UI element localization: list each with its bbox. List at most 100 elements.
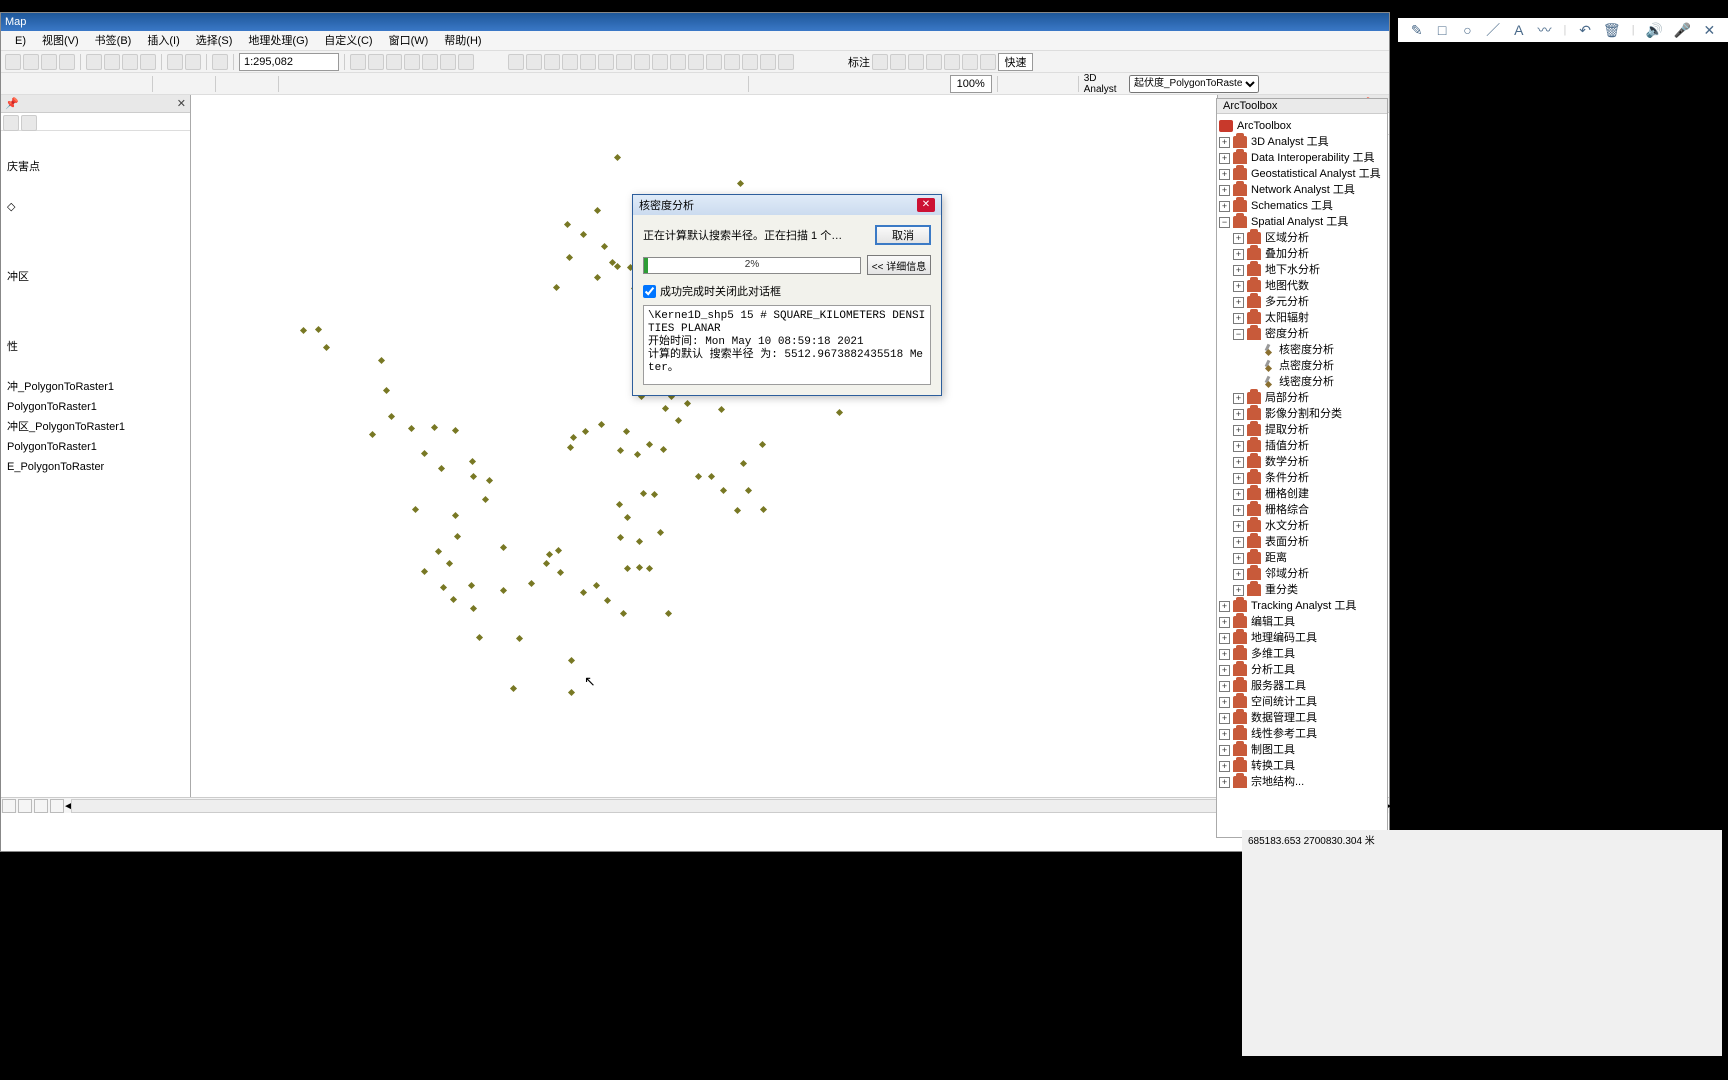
add-data-icon[interactable] — [212, 54, 228, 70]
map-point[interactable] — [624, 565, 631, 572]
map-point[interactable] — [614, 154, 621, 161]
map-point[interactable] — [660, 446, 667, 453]
map-point[interactable] — [594, 207, 601, 214]
toolbox-item[interactable]: +宗地结构... — [1217, 774, 1387, 790]
menu-bookmarks[interactable]: 书签(B) — [87, 31, 140, 50]
3d3-icon[interactable] — [1297, 76, 1313, 92]
toolbox-item[interactable]: +Data Interoperability 工具 — [1217, 150, 1387, 166]
toc-item[interactable]: 庆害点 — [1, 157, 190, 177]
toc-item[interactable]: PolygonToRaster1 — [1, 437, 190, 457]
fwd-icon[interactable] — [482, 76, 498, 92]
map-point[interactable] — [651, 491, 658, 498]
toolbox-item[interactable]: +区域分析 — [1217, 230, 1387, 246]
label6-icon[interactable] — [962, 54, 978, 70]
line2-icon[interactable]: ／ — [1486, 22, 1500, 38]
map-point[interactable] — [564, 221, 571, 228]
speaker-icon[interactable]: 🔊 — [1647, 22, 1663, 38]
3d2-icon[interactable] — [1279, 76, 1295, 92]
label4-icon[interactable] — [926, 54, 942, 70]
map-point[interactable] — [604, 597, 611, 604]
toc-source-icon[interactable] — [21, 115, 37, 131]
zoom-in-icon[interactable] — [5, 76, 21, 92]
map-point[interactable] — [580, 231, 587, 238]
map-point[interactable] — [500, 587, 507, 594]
3d7-icon[interactable] — [1369, 76, 1385, 92]
toolbox-item[interactable]: +分析工具 — [1217, 662, 1387, 678]
reshape-icon[interactable] — [760, 54, 776, 70]
toolbox-item[interactable]: +栅格创建 — [1217, 486, 1387, 502]
3d-icon[interactable] — [1261, 76, 1277, 92]
menu-selection[interactable]: 选择(S) — [188, 31, 241, 50]
identify-icon[interactable] — [194, 76, 210, 92]
solve-icon[interactable] — [698, 76, 714, 92]
grid-icon[interactable] — [1039, 76, 1055, 92]
ga7-icon[interactable] — [862, 76, 878, 92]
toolbox-item[interactable]: +编辑工具 — [1217, 614, 1387, 630]
map-point[interactable] — [568, 657, 575, 664]
map-scale-input[interactable] — [239, 53, 339, 71]
map-point[interactable] — [740, 460, 747, 467]
html-icon[interactable] — [320, 76, 336, 92]
rect-icon[interactable] — [688, 54, 704, 70]
toc-item[interactable]: 冲区 — [1, 267, 190, 287]
menu-window[interactable]: 窗口(W) — [381, 31, 437, 50]
map-point[interactable] — [388, 413, 395, 420]
map-point[interactable] — [580, 589, 587, 596]
data-view-icon[interactable] — [2, 799, 16, 813]
globe-icon[interactable] — [392, 76, 408, 92]
map-point[interactable] — [528, 580, 535, 587]
map-point[interactable] — [759, 441, 766, 448]
toolbox-item[interactable]: +距离 — [1217, 550, 1387, 566]
label5-icon[interactable] — [944, 54, 960, 70]
map-point[interactable] — [555, 547, 562, 554]
map-point[interactable] — [718, 406, 725, 413]
vertex-icon[interactable] — [634, 54, 650, 70]
toolbox-item[interactable]: +条件分析 — [1217, 470, 1387, 486]
toolbox-item[interactable]: +邻域分析 — [1217, 566, 1387, 582]
map-point[interactable] — [378, 357, 385, 364]
map-point[interactable] — [452, 427, 459, 434]
map-point[interactable] — [452, 512, 459, 519]
barrier-icon[interactable] — [680, 76, 696, 92]
map-point[interactable] — [601, 243, 608, 250]
map-point[interactable] — [500, 544, 507, 551]
autocomplete-icon[interactable] — [742, 54, 758, 70]
toolbox-item[interactable]: +影像分割和分类 — [1217, 406, 1387, 422]
wave-icon[interactable]: 〰 — [1538, 22, 1552, 38]
map-point[interactable] — [617, 447, 624, 454]
ga4-icon[interactable] — [808, 76, 824, 92]
rotate-icon[interactable] — [598, 54, 614, 70]
toc-item[interactable]: E_PolygonToRaster — [1, 457, 190, 477]
new-icon[interactable] — [5, 54, 21, 70]
map-point[interactable] — [636, 564, 643, 571]
flag-icon[interactable] — [662, 76, 678, 92]
undo-icon[interactable] — [167, 54, 183, 70]
menu-help[interactable]: 帮助(H) — [436, 31, 489, 50]
ga8-icon[interactable] — [880, 76, 896, 92]
cancel-button[interactable]: 取消 — [875, 225, 931, 245]
delete2-icon[interactable]: 🗑 — [1604, 22, 1620, 38]
layout-view-icon[interactable] — [18, 799, 32, 813]
toolbox-item[interactable]: +Tracking Analyst 工具 — [1217, 598, 1387, 614]
map-point[interactable] — [695, 473, 702, 480]
map-point[interactable] — [486, 477, 493, 484]
toolbox-item[interactable]: +地下水分析 — [1217, 262, 1387, 278]
toolbox-item[interactable]: +水文分析 — [1217, 518, 1387, 534]
map-point[interactable] — [657, 529, 664, 536]
map-point[interactable] — [640, 490, 647, 497]
menu-geoprocessing[interactable]: 地理处理(G) — [240, 31, 316, 50]
arc-icon[interactable] — [652, 54, 668, 70]
toolbox-root[interactable]: ArcToolbox — [1217, 118, 1387, 134]
map-point[interactable] — [665, 610, 672, 617]
toc-item[interactable]: 冲_PolygonToRaster1 — [1, 377, 190, 397]
ga10-icon[interactable] — [916, 76, 932, 92]
map-point[interactable] — [662, 405, 669, 412]
toolbox-item[interactable]: +3D Analyst 工具 — [1217, 134, 1387, 150]
label3-icon[interactable] — [908, 54, 924, 70]
toc-item[interactable]: PolygonToRaster1 — [1, 397, 190, 417]
toolbox-item[interactable]: +栅格综合 — [1217, 502, 1387, 518]
map-point[interactable] — [482, 496, 489, 503]
prev-extent-icon[interactable] — [113, 76, 129, 92]
open-icon[interactable] — [23, 54, 39, 70]
close2-icon[interactable]: ✕ — [1703, 22, 1716, 38]
